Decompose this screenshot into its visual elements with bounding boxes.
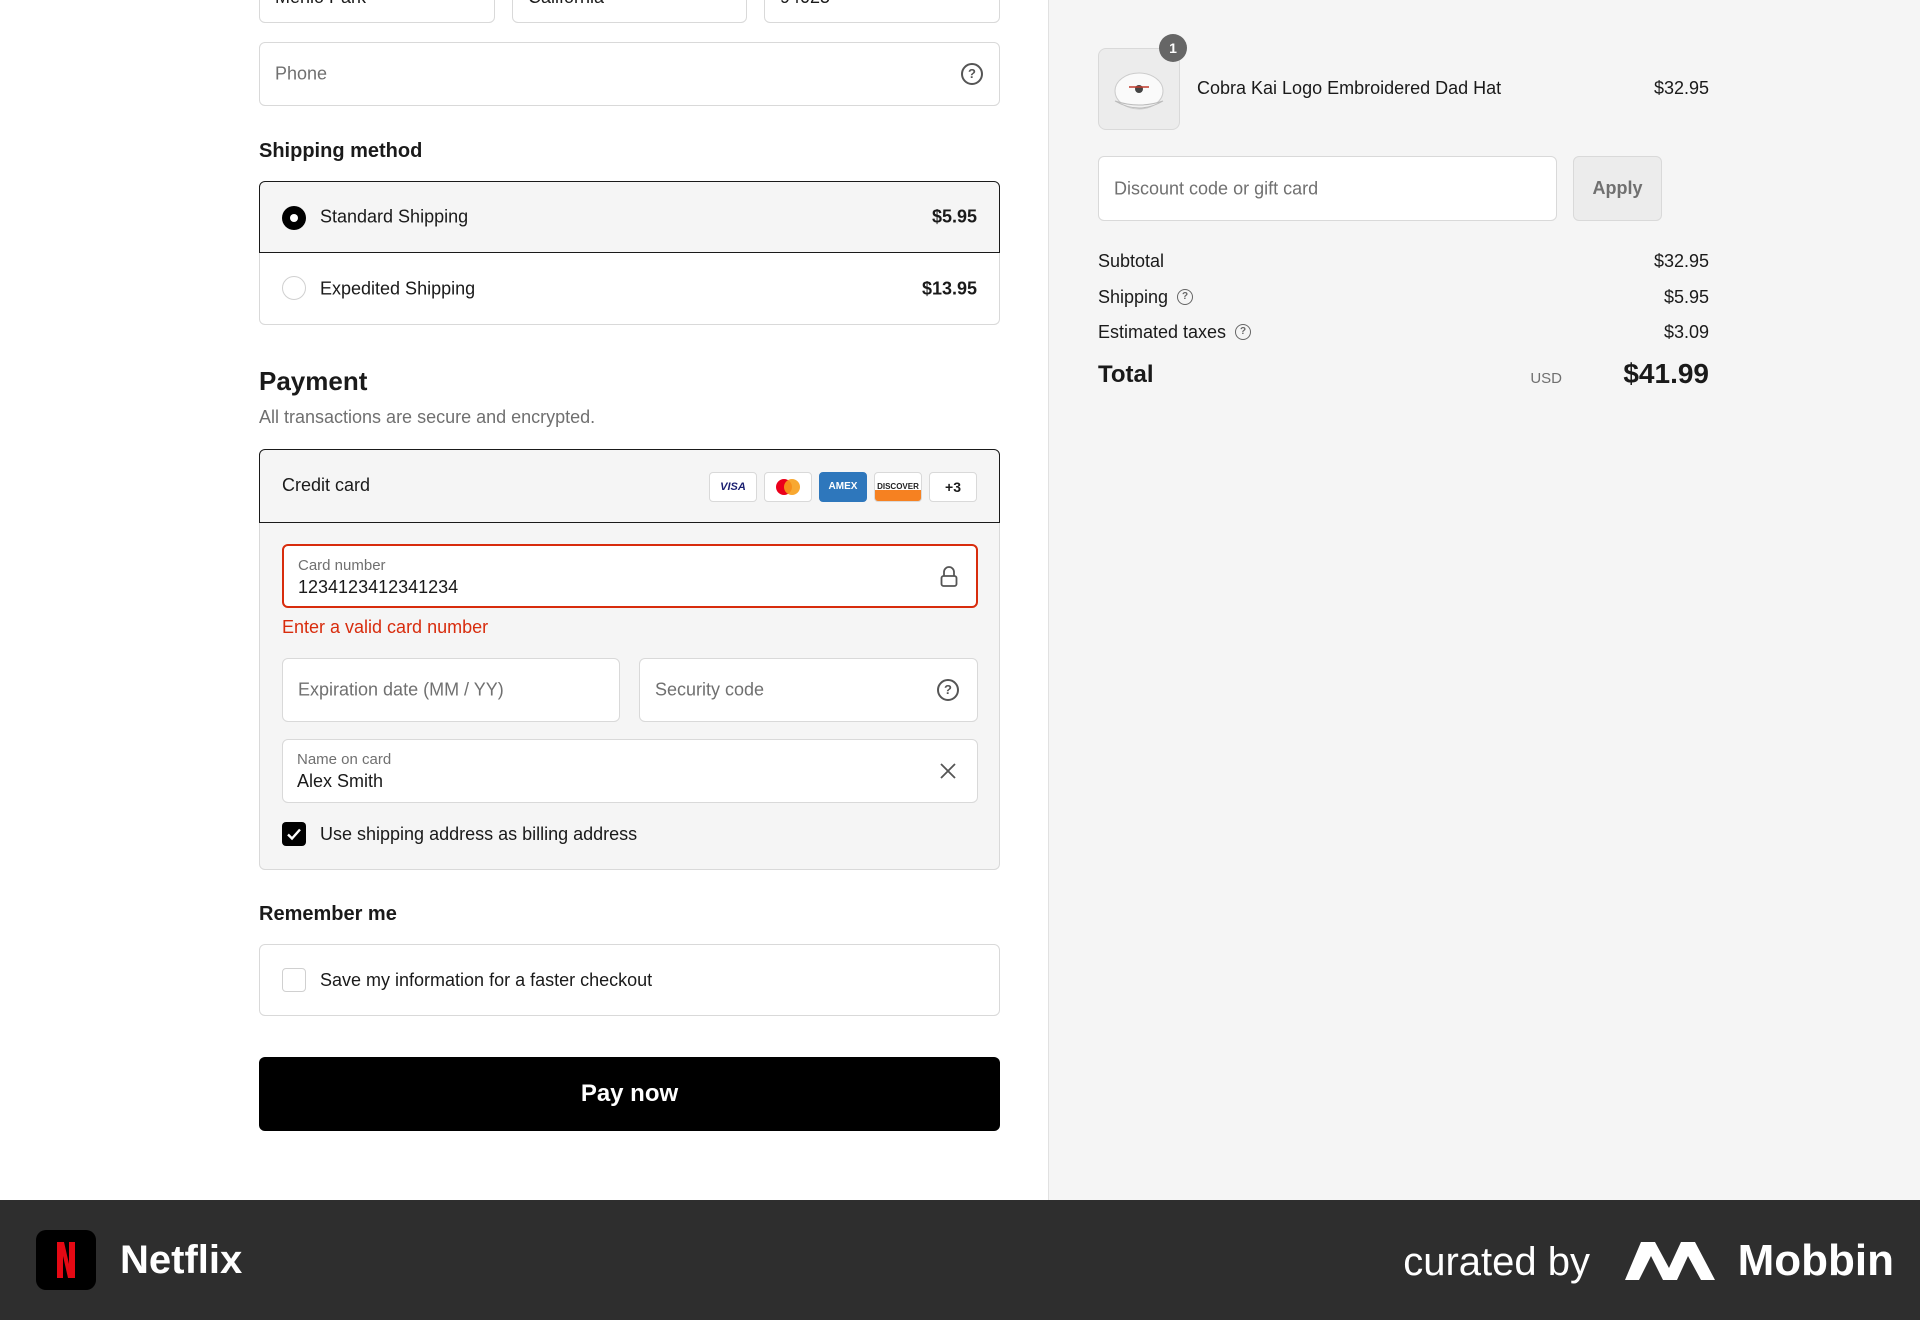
footer-bar: Netflix curated by Mobbin [0, 1200, 1920, 1320]
credit-card-label: Credit card [282, 475, 371, 495]
help-icon[interactable]: ? [937, 679, 959, 701]
shipping-label: Shipping [1098, 287, 1169, 307]
mobbin-brand: Mobbin [1737, 1236, 1894, 1285]
more-brands-label: +3 [945, 479, 961, 495]
apply-button[interactable]: Apply [1573, 156, 1662, 221]
state-select[interactable]: California [512, 0, 747, 23]
name-on-card-field[interactable]: Name on card Alex Smith [282, 739, 978, 803]
visa-label: VISA [720, 481, 746, 493]
billing-address-checkbox-row[interactable]: Use shipping address as billing address [282, 821, 882, 849]
radio-unselected-icon[interactable] [282, 276, 306, 300]
quantity-badge: 1 [1159, 34, 1187, 62]
shipping-method-title: Shipping method [259, 140, 423, 162]
name-on-card-value: Alex Smith [297, 771, 384, 791]
amex-label: AMEX [828, 481, 858, 492]
card-number-field[interactable]: Card number 1234123412341234 [282, 544, 978, 608]
billing-checkbox-label: Use shipping address as billing address [320, 824, 638, 844]
city-field[interactable]: Menlo Park [259, 0, 495, 23]
subtotal-label: Subtotal [1098, 251, 1165, 271]
mobbin-logo-icon [1625, 1240, 1715, 1282]
taxes-value: $3.09 [1663, 322, 1709, 342]
quantity-value: 1 [1169, 40, 1177, 56]
card-number-label: Card number [298, 557, 386, 574]
shipping-option-standard[interactable]: Standard Shipping $5.95 [259, 181, 1000, 253]
amex-icon: AMEX [819, 472, 867, 502]
security-code-field[interactable]: Security code ? [639, 658, 978, 722]
card-number-value: 1234123412341234 [298, 577, 459, 597]
card-details-panel: Card number 1234123412341234 Enter a val… [259, 523, 1000, 870]
card-number-error: Enter a valid card number [282, 617, 489, 637]
taxes-label: Estimated taxes [1098, 322, 1227, 342]
remember-me-label: Save my information for a faster checkou… [320, 970, 653, 990]
lock-icon [940, 566, 958, 588]
total-value: $41.99 [1623, 358, 1709, 389]
shipping-option-expedited[interactable]: Expedited Shipping $13.95 [259, 253, 1000, 325]
zip-field[interactable]: 94025 [764, 0, 1000, 23]
shipping-option-price: $5.95 [931, 206, 977, 227]
total-label: Total [1098, 361, 1154, 388]
mastercard-icon [764, 472, 812, 502]
payment-title: Payment [259, 366, 368, 396]
expiration-placeholder: Expiration date (MM / YY) [298, 679, 504, 700]
security-placeholder: Security code [655, 679, 765, 700]
expiration-date-field[interactable]: Expiration date (MM / YY) [282, 658, 620, 722]
checkbox-checked-icon[interactable] [282, 822, 306, 846]
phone-placeholder: Phone [275, 63, 328, 84]
zip-value: 94025 [780, 0, 830, 8]
shipping-value: $5.95 [1663, 287, 1709, 307]
shipping-option-label: Expedited Shipping [320, 278, 476, 298]
help-icon[interactable]: ? [961, 63, 983, 85]
discount-code-field[interactable]: Discount code or gift card [1098, 156, 1557, 221]
state-value: California [528, 0, 604, 8]
shipping-option-price: $13.95 [921, 278, 977, 298]
payment-subtitle: All transactions are secure and encrypte… [259, 407, 596, 427]
help-icon[interactable]: ? [1177, 289, 1193, 305]
visa-icon: VISA [709, 472, 757, 502]
phone-field[interactable]: Phone ? [259, 42, 1000, 106]
name-on-card-label: Name on card [297, 751, 392, 768]
help-icon[interactable]: ? [1235, 324, 1251, 340]
subtotal-value: $32.95 [1653, 251, 1709, 271]
total-currency: USD [1530, 370, 1562, 387]
clear-icon[interactable] [939, 762, 957, 780]
city-value: Menlo Park [275, 0, 366, 8]
order-summary-panel: 1 Cobra Kai Logo Embroidered Dad Hat $32… [1048, 0, 1920, 1200]
shipping-option-label: Standard Shipping [320, 206, 469, 227]
product-price: $32.95 [1653, 78, 1709, 98]
discover-label: DISCOVER [877, 482, 919, 491]
checkbox-unchecked-icon[interactable] [282, 968, 306, 992]
remember-me-option[interactable]: Save my information for a faster checkou… [259, 944, 1000, 1016]
app-name: Netflix [120, 1238, 243, 1282]
pay-now-button[interactable]: Pay now [259, 1057, 1000, 1131]
product-name: Cobra Kai Logo Embroidered Dad Hat [1197, 78, 1502, 98]
netflix-logo [36, 1230, 96, 1290]
remember-me-title: Remember me [259, 903, 397, 925]
pay-now-label: Pay now [580, 1080, 679, 1107]
curated-by-text: curated by [1403, 1240, 1590, 1284]
credit-card-option[interactable]: Credit card VISA AMEX DISCOVER +3 [259, 449, 1000, 523]
apply-label: Apply [1592, 178, 1643, 198]
more-brands-badge: +3 [929, 472, 977, 502]
checkout-form-panel: Menlo Park California 94025 Phone ? Ship… [0, 0, 1048, 1200]
discover-icon: DISCOVER [874, 472, 922, 502]
discount-placeholder: Discount code or gift card [1114, 178, 1319, 198]
radio-selected-icon[interactable] [282, 206, 306, 230]
